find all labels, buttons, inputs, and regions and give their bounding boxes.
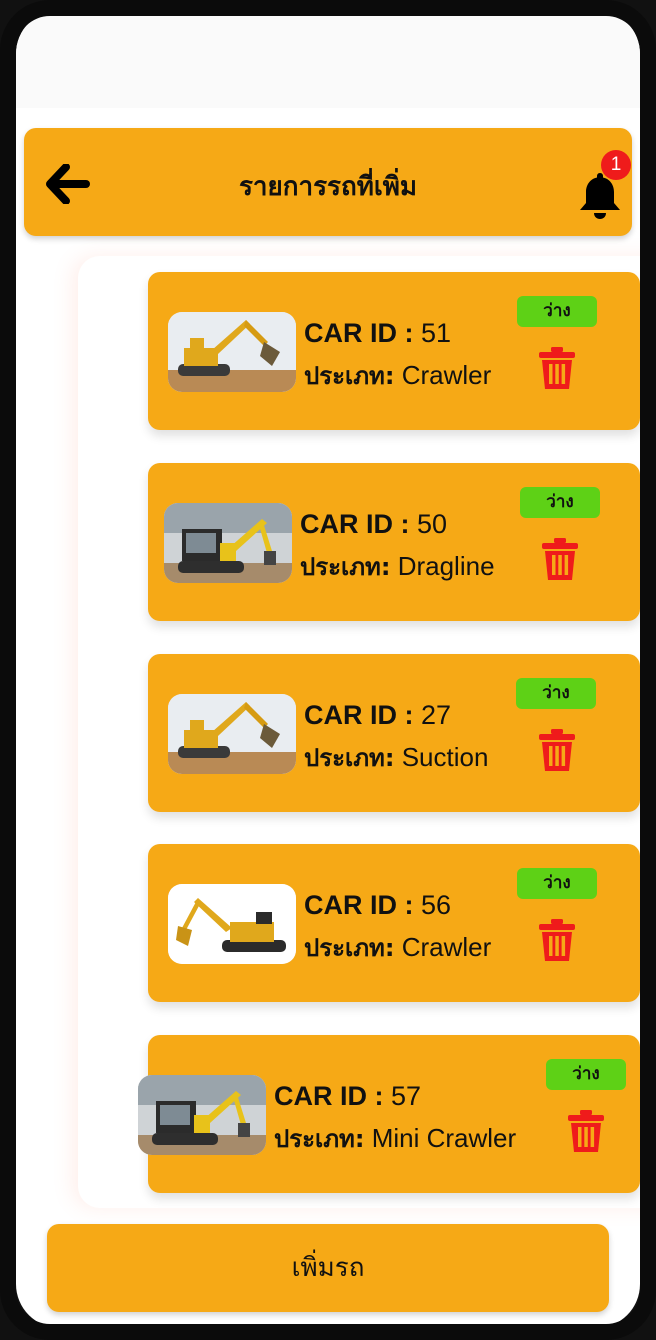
trash-icon[interactable] bbox=[537, 728, 577, 772]
trash-icon[interactable] bbox=[537, 346, 577, 390]
car-id-text: CAR ID : 27 bbox=[304, 700, 452, 730]
car-card[interactable]: CAR ID : 50 ประเภท: Dragline ว่าง bbox=[148, 463, 640, 621]
car-image bbox=[164, 503, 292, 583]
car-type-text: ประเภท: Dragline bbox=[300, 551, 495, 581]
notification-badge: 1 bbox=[601, 150, 631, 180]
status-badge: ว่าง bbox=[516, 678, 596, 709]
car-image bbox=[138, 1075, 266, 1155]
car-id-text: CAR ID : 51 bbox=[304, 318, 452, 348]
status-badge: ว่าง bbox=[517, 868, 597, 899]
car-image bbox=[168, 312, 296, 392]
trash-icon[interactable] bbox=[566, 1109, 606, 1153]
car-type-text: ประเภท: Mini Crawler bbox=[274, 1123, 517, 1153]
app-screen: รายการรถที่เพิ่ม 1 CAR ID : 51 ประเภท: C… bbox=[16, 10, 640, 1328]
status-badge: ว่าง bbox=[517, 296, 597, 327]
car-id-text: CAR ID : 57 bbox=[274, 1081, 422, 1111]
car-image bbox=[168, 884, 296, 964]
app-header: รายการรถที่เพิ่ม 1 bbox=[24, 128, 632, 236]
status-badge: ว่าง bbox=[546, 1059, 626, 1090]
car-card[interactable]: CAR ID : 57 ประเภท: Mini Crawler ว่าง bbox=[138, 1035, 640, 1193]
car-type-text: ประเภท: Suction bbox=[304, 742, 489, 772]
status-badge: ว่าง bbox=[520, 487, 600, 518]
add-car-button[interactable]: เพิ่มรถ bbox=[47, 1224, 609, 1312]
car-id-text: CAR ID : 50 bbox=[300, 509, 448, 539]
car-type-text: ประเภท: Crawler bbox=[304, 932, 492, 962]
car-image bbox=[168, 694, 296, 774]
car-type-text: ประเภท: Crawler bbox=[304, 360, 492, 390]
car-card[interactable]: CAR ID : 51 ประเภท: Crawler ว่าง bbox=[148, 272, 640, 430]
page-title: รายการรถที่เพิ่ม bbox=[238, 172, 418, 202]
trash-icon[interactable] bbox=[537, 918, 577, 962]
car-id-text: CAR ID : 56 bbox=[304, 890, 452, 920]
car-card[interactable]: CAR ID : 27 ประเภท: Suction ว่าง bbox=[148, 654, 640, 812]
trash-icon[interactable] bbox=[540, 537, 580, 581]
car-card[interactable]: CAR ID : 56 ประเภท: Crawler ว่าง bbox=[148, 844, 640, 1002]
status-bar-area bbox=[16, 10, 640, 108]
